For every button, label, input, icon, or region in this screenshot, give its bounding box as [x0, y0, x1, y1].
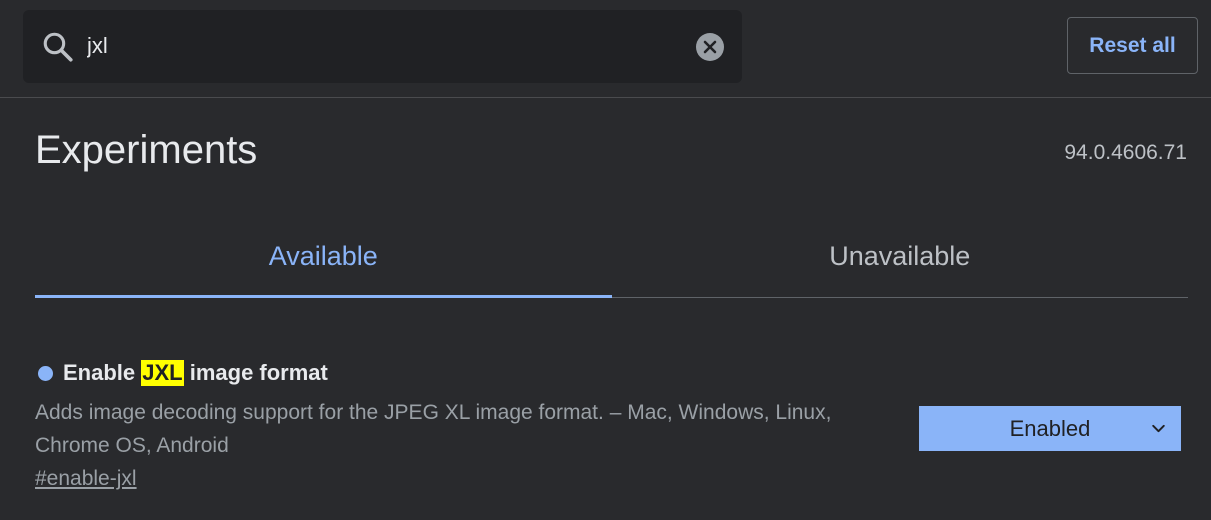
search-icon [43, 32, 73, 62]
header-bar: Reset all [0, 0, 1211, 98]
search-input[interactable] [87, 28, 647, 64]
tab-unavailable[interactable]: Unavailable [612, 215, 1189, 297]
search-box[interactable] [23, 10, 742, 83]
experiment-title-suffix: image format [183, 360, 328, 385]
tab-bar: Available Unavailable [35, 215, 1188, 298]
new-indicator-dot [38, 365, 53, 381]
reset-all-button[interactable]: Reset all [1067, 17, 1198, 74]
experiment-title: Enable JXL image format [38, 360, 328, 386]
experiment-permalink[interactable]: #enable-jxl [35, 467, 137, 491]
experiment-description: Adds image decoding support for the JPEG… [35, 401, 832, 457]
version-label: 94.0.4606.71 [1064, 141, 1187, 164]
tab-available[interactable]: Available [35, 215, 612, 298]
select-value: Enabled [1009, 415, 1091, 441]
page-title: Experiments [35, 128, 258, 172]
experiment-state-select[interactable]: Enabled [919, 406, 1181, 451]
chevron-down-icon [1152, 424, 1165, 433]
clear-icon[interactable] [695, 32, 725, 62]
search-match-highlight: JXL [141, 360, 184, 386]
experiment-title-prefix: Enable [63, 360, 142, 385]
